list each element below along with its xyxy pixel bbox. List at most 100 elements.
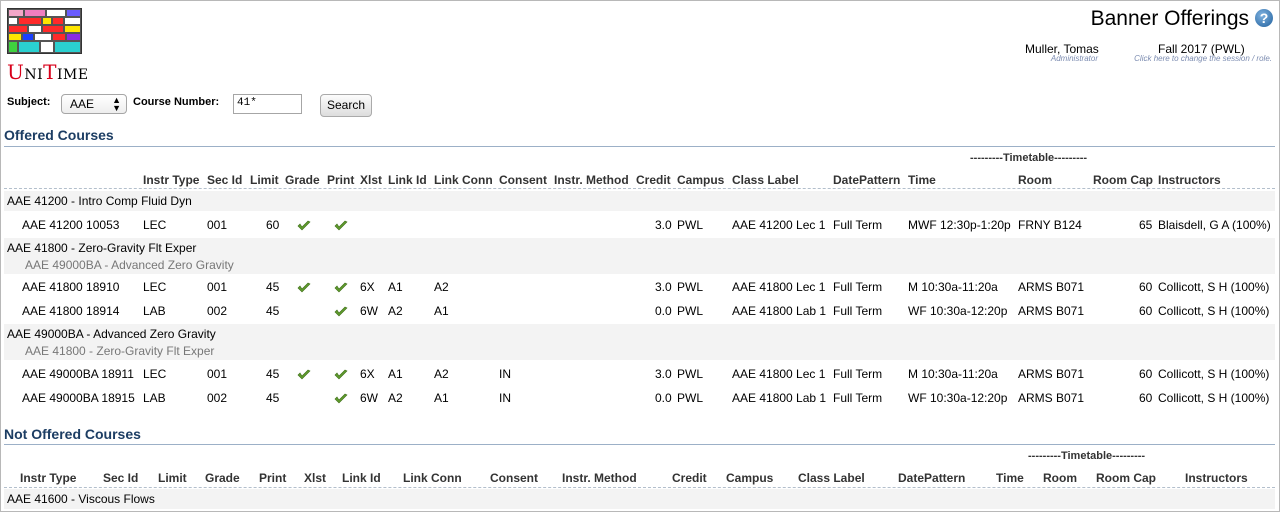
class-link-id: A1 <box>388 367 403 381</box>
class-label: AAE 41800 Lab 1 <box>732 304 827 318</box>
class-xlst: 6X <box>360 367 375 381</box>
class-room: ARMS B071 <box>1018 367 1085 381</box>
column-header-consent: Consent <box>490 471 538 485</box>
column-header-class-label: Class Label <box>798 471 865 485</box>
print-check-icon <box>334 220 348 231</box>
class-instr-type: LEC <box>143 367 167 381</box>
column-header-room: Room <box>1043 471 1077 485</box>
column-header-campus: Campus <box>677 173 725 187</box>
class-room: ARMS B071 <box>1018 391 1085 405</box>
column-header-room: Room <box>1018 173 1052 187</box>
class-room: ARMS B071 <box>1018 304 1085 318</box>
class-room-cap: 60 <box>1139 391 1153 405</box>
group-row <box>4 191 1275 211</box>
column-header-datepattern: DatePattern <box>898 471 966 485</box>
grade-check-icon <box>297 220 311 231</box>
class-course[interactable]: AAE 49000BA 18911 <box>22 367 134 381</box>
class-room-cap: 60 <box>1139 304 1153 318</box>
class-sec-id: 002 <box>207 304 228 318</box>
session-hint[interactable]: Click here to change the session / role. <box>1134 54 1272 63</box>
class-date-pattern: Full Term <box>833 304 883 318</box>
class-instructors: Blaisdell, G A (100%) <box>1158 218 1271 232</box>
class-link-id: A2 <box>388 304 403 318</box>
class-course[interactable]: AAE 41200 10053 <box>22 218 119 232</box>
class-instr-type: LAB <box>143 391 166 405</box>
offered-section-divider <box>4 146 1275 147</box>
class-date-pattern: Full Term <box>833 280 883 294</box>
class-label: AAE 41800 Lec 1 <box>732 280 826 294</box>
print-check-icon <box>334 282 348 293</box>
class-course[interactable]: AAE 49000BA 18915 <box>22 391 135 405</box>
class-link-id: A1 <box>388 280 403 294</box>
class-instr-type: LEC <box>143 218 167 232</box>
class-room-cap: 60 <box>1139 280 1153 294</box>
class-room: ARMS B071 <box>1018 280 1085 294</box>
column-header-time: Time <box>908 173 936 187</box>
offered-timetable-label: ---------Timetable--------- <box>970 152 1088 164</box>
grade-check-icon <box>297 282 311 293</box>
class-limit: 45 <box>266 280 280 294</box>
column-header-print: Print <box>327 173 355 187</box>
column-header-instr-method: Instr. Method <box>554 173 629 187</box>
class-room-cap: 60 <box>1139 367 1153 381</box>
unitime-logo[interactable]: UNITIME <box>7 8 88 84</box>
column-header-link-id: Link Id <box>388 173 427 187</box>
class-campus: PWL <box>677 218 704 232</box>
not-offered-section-divider <box>4 444 1275 445</box>
course-crosslist: AAE 41800 - Zero-Gravity Flt Exper <box>25 344 215 358</box>
column-header-limit: Limit <box>250 173 279 187</box>
class-credit: 3.0 <box>655 280 672 294</box>
column-header-xlst: Xlst <box>360 173 383 187</box>
class-limit: 45 <box>266 391 280 405</box>
user-role[interactable]: Administrator <box>1051 54 1098 63</box>
course-title[interactable]: AAE 41800 - Zero-Gravity Flt Exper <box>7 241 196 255</box>
class-course[interactable]: AAE 41800 18914 <box>22 304 119 318</box>
class-label: AAE 41800 Lec 1 <box>732 367 826 381</box>
class-instr-type: LAB <box>143 304 166 318</box>
search-button[interactable]: Search <box>320 94 372 117</box>
class-sec-id: 002 <box>207 391 228 405</box>
class-course[interactable]: AAE 41800 18910 <box>22 280 119 294</box>
select-arrows-icon: ▲ ▼ <box>112 95 121 113</box>
not-offered-course-title[interactable]: AAE 41600 - Viscous Flows <box>7 492 155 506</box>
help-icon[interactable]: ? <box>1255 9 1273 27</box>
class-time: M 10:30a-11:20a <box>908 367 998 381</box>
column-header-grade: Grade <box>285 173 320 187</box>
print-check-icon <box>334 393 348 404</box>
class-campus: PWL <box>677 304 704 318</box>
class-time: MWF 12:30p-1:20p <box>908 218 1011 232</box>
column-header-sec-id: Sec Id <box>207 173 243 187</box>
class-limit: 45 <box>266 304 280 318</box>
course-crosslist: AAE 49000BA - Advanced Zero Gravity <box>25 258 234 272</box>
class-room: FRNY B124 <box>1018 218 1082 232</box>
column-header-class-label: Class Label <box>732 173 799 187</box>
not-offered-courses-title: Not Offered Courses <box>4 426 141 442</box>
column-header-credit: Credit <box>636 173 671 187</box>
class-sec-id: 001 <box>207 218 228 232</box>
class-campus: PWL <box>677 367 704 381</box>
column-header-link-conn: Link Conn <box>403 471 462 485</box>
column-header-xlst: Xlst <box>304 471 327 485</box>
column-header-limit: Limit <box>158 471 187 485</box>
course-number-input[interactable]: 41* <box>233 94 302 114</box>
class-link-conn: A2 <box>434 367 449 381</box>
subject-select[interactable]: AAE ▲ ▼ <box>61 94 127 114</box>
class-credit: 0.0 <box>655 391 672 405</box>
course-title[interactable]: AAE 49000BA - Advanced Zero Gravity <box>7 327 216 341</box>
column-header-credit: Credit <box>672 471 707 485</box>
column-header-room-cap: Room Cap <box>1096 471 1156 485</box>
column-header-link-conn: Link Conn <box>434 173 493 187</box>
course-title[interactable]: AAE 41200 - Intro Comp Fluid Dyn <box>7 194 192 208</box>
not-offered-header-divider <box>4 487 1275 488</box>
class-label: AAE 41200 Lec 1 <box>732 218 826 232</box>
column-header-print: Print <box>259 471 287 485</box>
class-date-pattern: Full Term <box>833 367 883 381</box>
class-room-cap: 65 <box>1139 218 1153 232</box>
class-instructors: Collicott, S H (100%) <box>1158 367 1270 381</box>
class-sec-id: 001 <box>207 280 228 294</box>
column-header-room-cap: Room Cap <box>1093 173 1153 187</box>
offered-header-divider <box>4 188 1275 189</box>
class-link-conn: A1 <box>434 304 449 318</box>
column-header-instr-type: Instr Type <box>20 471 77 485</box>
column-header-campus: Campus <box>726 471 774 485</box>
